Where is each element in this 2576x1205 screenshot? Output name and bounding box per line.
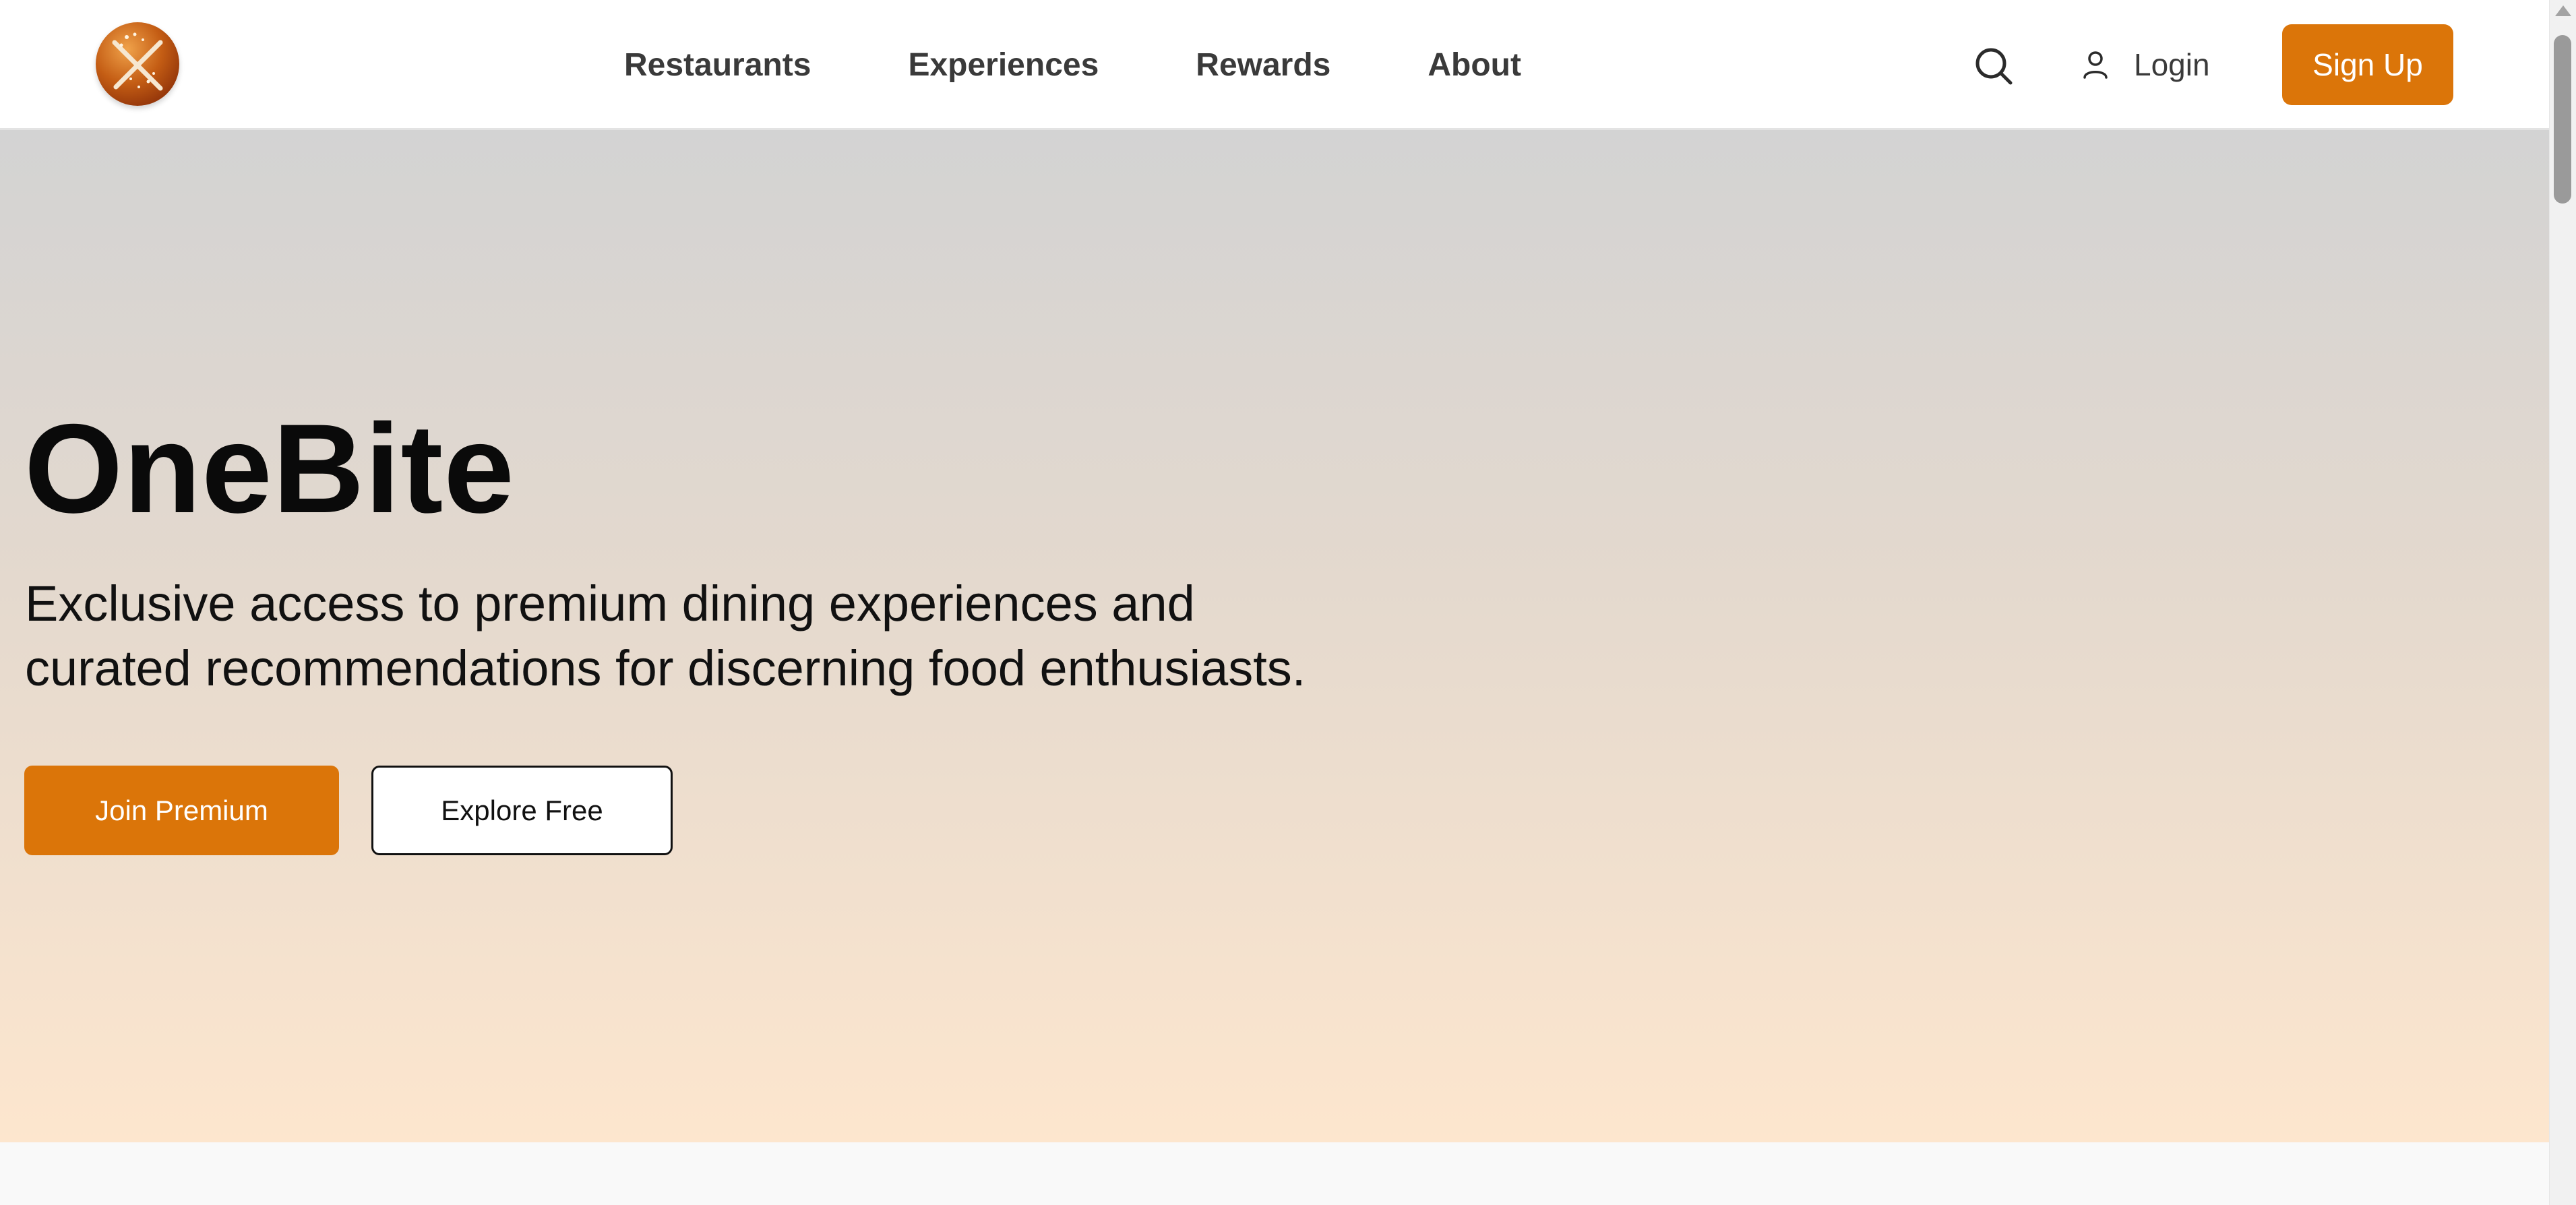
hero-subtitle-line-1: Exclusive access to premium dining exper… bbox=[25, 576, 1195, 631]
nav-item-rewards[interactable]: Rewards bbox=[1196, 47, 1330, 84]
user-icon bbox=[2083, 51, 2108, 79]
hero-section: OneBite Exclusive access to premium dini… bbox=[0, 130, 2549, 1142]
nav-item-restaurants[interactable]: Restaurants bbox=[624, 47, 811, 84]
site-header: Restaurants Experiences Rewards About Lo… bbox=[0, 0, 2549, 130]
nav-item-about[interactable]: About bbox=[1428, 47, 1521, 84]
scrollbar-thumb[interactable] bbox=[2554, 35, 2571, 204]
search-button[interactable] bbox=[1973, 46, 2014, 86]
hero-subtitle: Exclusive access to premium dining exper… bbox=[25, 571, 1440, 701]
logo-mark bbox=[112, 32, 163, 91]
scroll-up-arrow-icon[interactable] bbox=[2555, 5, 2571, 16]
next-section bbox=[0, 1142, 2549, 1205]
onebite-logo-icon[interactable] bbox=[96, 22, 179, 106]
join-premium-button[interactable]: Join Premium bbox=[24, 766, 339, 855]
hero-subtitle-line-2: curated recommendations for discerning f… bbox=[25, 640, 1306, 696]
login-label: Login bbox=[2134, 47, 2210, 82]
page-scrollbar[interactable] bbox=[2549, 0, 2576, 1205]
hero-title: OneBite bbox=[24, 398, 515, 539]
search-icon bbox=[1975, 48, 2013, 85]
sign-up-button[interactable]: Sign Up bbox=[2282, 24, 2453, 105]
main-nav: Restaurants Experiences Rewards About bbox=[624, 0, 1618, 130]
page: Restaurants Experiences Rewards About Lo… bbox=[0, 0, 2576, 1205]
explore-free-button[interactable]: Explore Free bbox=[371, 766, 673, 855]
nav-item-experiences[interactable]: Experiences bbox=[908, 47, 1099, 84]
login-link[interactable]: Login bbox=[2079, 40, 2210, 89]
